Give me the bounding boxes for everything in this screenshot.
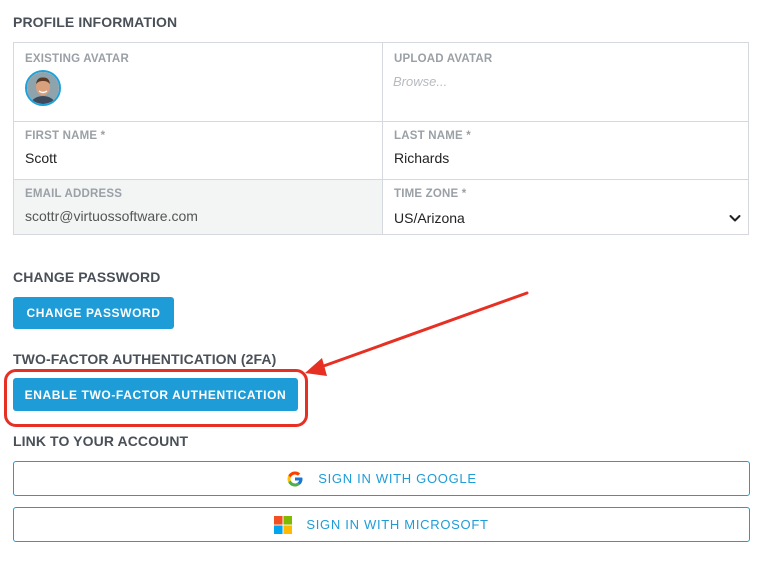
avatar-photo: [27, 72, 59, 104]
annotation-highlight-box: [4, 369, 308, 427]
upload-avatar-cell[interactable]: UPLOAD AVATAR Browse...: [383, 43, 749, 121]
upload-avatar-label: UPLOAD AVATAR: [394, 53, 493, 65]
email-label: EMAIL ADDRESS: [25, 188, 123, 200]
upload-avatar-input[interactable]: Browse...: [393, 74, 447, 89]
microsoft-button-label: SIGN IN WITH MICROSOFT: [306, 517, 489, 532]
first-name-value[interactable]: Scott: [25, 150, 57, 166]
profile-section-title: PROFILE INFORMATION: [13, 14, 178, 30]
link-account-section-title: LINK TO YOUR ACCOUNT: [13, 433, 189, 449]
google-icon: [287, 471, 303, 486]
timezone-value: US/Arizona: [394, 210, 465, 226]
existing-avatar-cell: EXISTING AVATAR: [14, 43, 382, 121]
last-name-label: LAST NAME *: [394, 130, 471, 142]
email-field: EMAIL ADDRESS scottr@virtuossoftware.com: [14, 180, 382, 234]
timezone-label: TIME ZONE *: [394, 188, 467, 200]
first-name-label: FIRST NAME *: [25, 130, 106, 142]
microsoft-icon: [274, 515, 293, 534]
sign-in-google-button[interactable]: SIGN IN WITH GOOGLE: [13, 461, 750, 496]
last-name-field[interactable]: LAST NAME * Richards: [383, 122, 749, 179]
existing-avatar-label: EXISTING AVATAR: [25, 53, 129, 65]
google-button-label: SIGN IN WITH GOOGLE: [318, 471, 477, 486]
change-password-button[interactable]: CHANGE PASSWORD: [13, 297, 174, 329]
chevron-down-icon: [729, 215, 741, 222]
timezone-select[interactable]: US/Arizona: [394, 206, 742, 230]
avatar: [25, 70, 61, 106]
last-name-value[interactable]: Richards: [394, 150, 449, 166]
change-password-section-title: CHANGE PASSWORD: [13, 269, 161, 285]
email-value: scottr@virtuossoftware.com: [25, 208, 198, 224]
twofa-section-title: TWO-FACTOR AUTHENTICATION (2FA): [13, 351, 277, 367]
first-name-field[interactable]: FIRST NAME * Scott: [14, 122, 382, 179]
profile-form-grid: EXISTING AVATAR UPLOAD AVATAR Browse... …: [13, 42, 749, 235]
sign-in-microsoft-button[interactable]: SIGN IN WITH MICROSOFT: [13, 507, 750, 542]
timezone-field[interactable]: TIME ZONE * US/Arizona: [383, 180, 749, 234]
